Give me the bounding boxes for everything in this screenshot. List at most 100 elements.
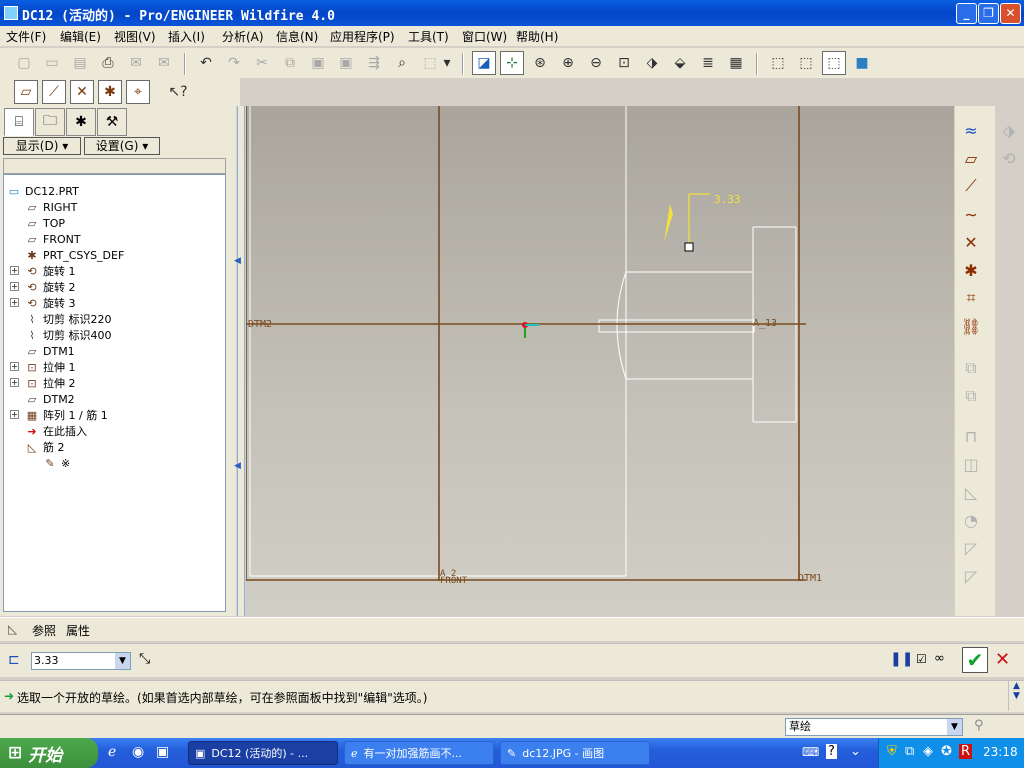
rib-tool-icon[interactable]: ◫ <box>957 452 985 476</box>
tree-item[interactable]: ✎ ※ <box>42 455 70 471</box>
tree-item[interactable]: ▱ DTM2 <box>24 391 75 407</box>
mirror-tool-icon[interactable]: ⧉ <box>957 356 985 380</box>
thickness-input[interactable]: 3.33 ▼ <box>31 652 131 670</box>
expand-toggle[interactable]: + <box>10 298 19 307</box>
ie-icon[interactable]: ℯ <box>108 744 116 760</box>
task-browser[interactable]: ℯ 有一对加强筋画不... <box>344 741 494 765</box>
annotation-display-icon[interactable]: ⌖ <box>126 80 150 104</box>
expand-toggle[interactable]: + <box>10 410 19 419</box>
link-tool-icon[interactable]: ⛓ <box>957 314 985 338</box>
tree-item[interactable]: ▱ FRONT <box>24 231 81 247</box>
tab-references[interactable]: 参照 <box>32 622 56 639</box>
paste-special-icon[interactable]: ▣ <box>334 51 358 75</box>
menu-applications[interactable]: 应用程序(P) <box>330 28 395 45</box>
repaint-icon[interactable]: ◪ <box>472 51 496 75</box>
menu-insert[interactable]: 插入(I) <box>168 28 205 45</box>
round-tool-icon[interactable]: ◔ <box>957 508 985 532</box>
app-tray-icon[interactable]: R <box>959 744 973 759</box>
datum-curve-tool-icon[interactable]: ∼ <box>957 202 985 226</box>
restore-button[interactable]: ❐ <box>978 3 999 24</box>
glasses-icon[interactable]: ∞ <box>934 651 945 666</box>
edge-chamfer-tool-icon[interactable]: ◸ <box>957 564 985 588</box>
datum-plane-display-icon[interactable]: ▱ <box>14 80 38 104</box>
dimension-label[interactable]: 3.33 <box>714 193 741 206</box>
saved-views-icon[interactable]: ⬙ <box>668 51 692 75</box>
tree-item[interactable]: ▱ DTM1 <box>24 343 75 359</box>
expand-toggle[interactable]: + <box>10 362 19 371</box>
cancel-x-button[interactable]: ✕ <box>995 649 1010 670</box>
datum-axis-display-icon[interactable]: ⟋ <box>42 80 66 104</box>
paste-icon[interactable]: ▣ <box>306 51 330 75</box>
orient-mode-icon[interactable]: ⊛ <box>528 51 552 75</box>
spin-center-icon[interactable]: ⊹ <box>500 51 524 75</box>
help-icon[interactable]: ? <box>826 744 837 759</box>
menu-edit[interactable]: 编辑(E) <box>60 28 101 45</box>
expand-toggle[interactable]: + <box>10 266 19 275</box>
datum-plane-tool-icon[interactable]: ▱ <box>957 146 985 170</box>
save-icon[interactable]: ▤ <box>68 51 92 75</box>
show-dropdown[interactable]: 显示(D) ▾ <box>3 137 81 155</box>
chevron-down-icon[interactable]: ▾ <box>440 51 454 75</box>
graphics-window[interactable]: 3.33 DTM2 A_13 A_2 FRONT DTM1 <box>246 106 954 615</box>
open-file-icon[interactable]: ▭ <box>40 51 64 75</box>
tree-item[interactable]: + ⊡ 拉伸 1 <box>10 359 76 375</box>
draft-tool-icon[interactable]: ◺ <box>957 480 985 504</box>
minimize-button[interactable]: _ <box>956 3 977 24</box>
tree-item[interactable]: + ⟲ 旋转 1 <box>10 263 76 279</box>
email-icon[interactable]: ✉ <box>124 51 148 75</box>
tree-item[interactable]: ▱ TOP <box>24 215 65 231</box>
tree-item[interactable]: + ⟲ 旋转 2 <box>10 279 76 295</box>
tab-properties[interactable]: 属性 <box>66 622 90 639</box>
settings-dropdown[interactable]: 设置(G) ▾ <box>84 137 160 155</box>
tree-item[interactable]: + ▦ 阵列 1 / 筋 1 <box>10 407 108 423</box>
tree-item[interactable]: ⌇ 切剪 标识220 <box>24 311 111 327</box>
start-button[interactable]: ⊞ 开始 <box>0 738 98 768</box>
analysis-tool-icon[interactable]: ⌗ <box>957 286 985 310</box>
cut-icon[interactable]: ✂ <box>250 51 274 75</box>
undo-icon[interactable]: ↶ <box>194 51 218 75</box>
layers-icon[interactable]: ≣ <box>696 51 720 75</box>
refit-icon[interactable]: ⊡ <box>612 51 636 75</box>
new-file-icon[interactable]: ▢ <box>12 51 36 75</box>
tab-connections[interactable]: ⚒ <box>97 108 127 136</box>
tab-folder-browser[interactable]: 🗀 <box>35 108 65 136</box>
datum-point-display-icon[interactable]: ✕ <box>70 80 94 104</box>
email-link-icon[interactable]: ✉ <box>152 51 176 75</box>
tab-model-tree[interactable]: ⌸ <box>4 108 34 136</box>
zoom-out-icon[interactable]: ⊖ <box>584 51 608 75</box>
menu-view[interactable]: 视图(V) <box>114 28 156 45</box>
antivirus-icon[interactable]: ✪ <box>941 744 952 759</box>
selection-filter-select[interactable]: 草绘 ▼ <box>785 718 963 736</box>
view-manager-icon[interactable]: ▦ <box>724 51 748 75</box>
csys-display-icon[interactable]: ✱ <box>98 80 122 104</box>
reorient-icon[interactable]: ⬗ <box>640 51 664 75</box>
media-icon[interactable]: ◉ <box>132 744 144 760</box>
volume-icon[interactable]: ◈ <box>923 744 933 759</box>
tree-item[interactable]: + ⊡ 拉伸 2 <box>10 375 76 391</box>
context-help-icon[interactable]: ↖? <box>166 80 190 104</box>
expand-toggle[interactable]: + <box>10 282 19 291</box>
tree-item[interactable]: ⌇ 切剪 标识400 <box>24 327 111 343</box>
task-paint[interactable]: ✎ dc12.JPG - 画图 <box>500 741 650 765</box>
keyboard-icon[interactable]: ⌨ <box>802 745 819 759</box>
revolve-tool-icon[interactable]: ⟲ <box>995 146 1023 170</box>
tree-item[interactable]: ✱ PRT_CSYS_DEF <box>24 247 124 263</box>
preview-checkbox[interactable]: ☑ <box>916 652 927 666</box>
menu-info[interactable]: 信息(N) <box>276 28 318 45</box>
flip-direction-icon[interactable]: ⤡ <box>139 651 150 667</box>
tree-item[interactable]: ▱ RIGHT <box>24 199 78 215</box>
tree-item[interactable]: ▭ DC12.PRT <box>6 183 79 199</box>
expand-toggle[interactable]: + <box>10 378 19 387</box>
menu-file[interactable]: 文件(F) <box>6 28 46 45</box>
desktop-icon[interactable]: ▣ <box>156 744 169 760</box>
menu-window[interactable]: 窗口(W) <box>462 28 507 45</box>
hidden-line-icon[interactable]: ⬚ <box>794 51 818 75</box>
tree-item[interactable]: + ⟲ 旋转 3 <box>10 295 76 311</box>
hole-tool-icon[interactable]: ⬗ <box>995 118 1023 142</box>
datum-axis-tool-icon[interactable]: ⟋ <box>957 174 985 198</box>
print-icon[interactable]: ⎙ <box>96 51 120 75</box>
confirm-check-button[interactable]: ✔ <box>962 647 988 673</box>
ime-icon[interactable]: ⌄ <box>850 744 861 759</box>
sketch-tool-icon[interactable]: ≈ <box>957 118 985 142</box>
task-proe[interactable]: ▣ DC12 (活动的) - ... <box>188 741 338 765</box>
